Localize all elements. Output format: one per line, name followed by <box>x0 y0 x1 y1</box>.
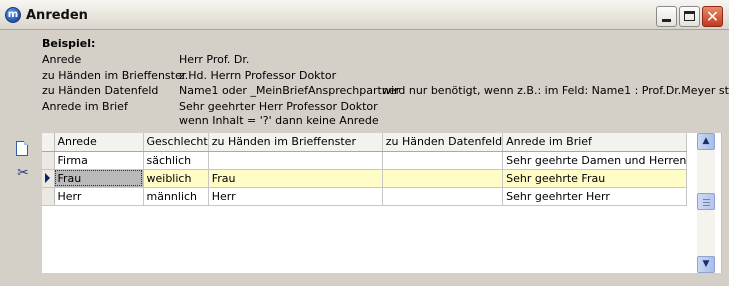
row-selector[interactable] <box>42 151 55 170</box>
column-header-datenfeld[interactable]: zu Händen Datenfeld <box>382 133 504 152</box>
minimize-button[interactable] <box>656 6 677 27</box>
example-value: Sehr geehrter Herr Professor Doktor <box>179 100 378 113</box>
close-icon: ✕ <box>705 7 720 26</box>
grid-table: Anrede Geschlecht zu Händen im Brieffens… <box>42 133 688 206</box>
header-row: Anrede Geschlecht zu Händen im Brieffens… <box>42 133 688 152</box>
example-label: Anrede im Brief <box>42 100 128 113</box>
chevron-down-icon: ▼ <box>702 259 710 269</box>
cell-anrede[interactable]: Firma <box>54 151 144 170</box>
column-header-anrede[interactable]: Anrede <box>54 133 144 152</box>
example-label: zu Händen im Brieffenster <box>42 69 187 82</box>
minimize-icon <box>662 19 671 22</box>
current-row-arrow-icon <box>45 173 50 183</box>
example-value: z.Hd. Herrn Professor Doktor <box>179 69 337 82</box>
table-row-current[interactable]: Frau weiblich Frau Sehr geehrte Frau <box>42 169 688 188</box>
vertical-scrollbar[interactable]: ▲ ▼ <box>697 133 715 273</box>
cell-geschlecht[interactable]: sächlich <box>143 151 209 170</box>
chevron-up-icon: ▲ <box>702 136 710 146</box>
cell-anrede-im-brief[interactable]: Sehr geehrte Damen und Herren <box>502 151 688 170</box>
grip-icon <box>703 199 710 206</box>
maximize-button[interactable] <box>679 6 700 27</box>
close-button[interactable]: ✕ <box>702 6 723 27</box>
column-header-anrede-im-brief[interactable]: Anrede im Brief <box>502 133 688 152</box>
example-value: Name1 oder _MeinBriefAnsprechpartner <box>179 84 401 97</box>
row-selector[interactable] <box>42 187 55 206</box>
app-icon[interactable]: m <box>5 7 21 23</box>
example-value: Herr Prof. Dr. <box>179 53 250 66</box>
row-selector[interactable] <box>42 169 55 188</box>
example-heading: Beispiel: <box>42 37 96 50</box>
cell-datenfeld[interactable] <box>382 169 504 188</box>
scissors-icon[interactable]: ✂ <box>15 165 31 181</box>
new-document-icon[interactable] <box>16 141 28 156</box>
example-label: zu Händen Datenfeld <box>42 84 159 97</box>
window-title: Anreden <box>26 8 88 23</box>
cell-geschlecht[interactable]: weiblich <box>143 169 209 188</box>
scroll-down-button[interactable]: ▼ <box>697 256 715 273</box>
cell-anrede-im-brief[interactable]: Sehr geehrter Herr <box>502 187 688 206</box>
row-selector-header[interactable] <box>42 133 55 152</box>
cell-anrede-im-brief[interactable]: Sehr geehrte Frau <box>502 169 688 188</box>
table-row[interactable]: Firma sächlich Sehr geehrte Damen und He… <box>42 151 688 170</box>
cell-geschlecht[interactable]: männlich <box>143 187 209 206</box>
cell-brieffenster[interactable]: Herr <box>208 187 383 206</box>
cell-datenfeld[interactable] <box>382 151 504 170</box>
example-note: wird nur benötigt, wenn z.B.: im Feld: N… <box>382 84 729 97</box>
cell-datenfeld[interactable] <box>382 187 504 206</box>
example-label: Anrede <box>42 53 82 66</box>
data-grid[interactable]: Anrede Geschlecht zu Händen im Brieffens… <box>42 133 722 273</box>
column-header-brieffenster[interactable]: zu Händen im Brieffenster <box>208 133 383 152</box>
title-bar[interactable]: m Anreden ✕ <box>0 0 729 30</box>
cell-brieffenster[interactable] <box>208 151 383 170</box>
maximize-icon <box>684 11 695 21</box>
scroll-thumb[interactable] <box>697 193 715 210</box>
table-row[interactable]: Herr männlich Herr Sehr geehrter Herr <box>42 187 688 206</box>
column-header-geschlecht[interactable]: Geschlecht <box>143 133 209 152</box>
cell-anrede[interactable]: Frau <box>54 169 144 188</box>
cell-brieffenster[interactable]: Frau <box>208 169 383 188</box>
cell-anrede[interactable]: Herr <box>54 187 144 206</box>
example-value: wenn Inhalt = '?' dann keine Anrede <box>179 114 379 127</box>
scroll-up-button[interactable]: ▲ <box>697 133 715 150</box>
